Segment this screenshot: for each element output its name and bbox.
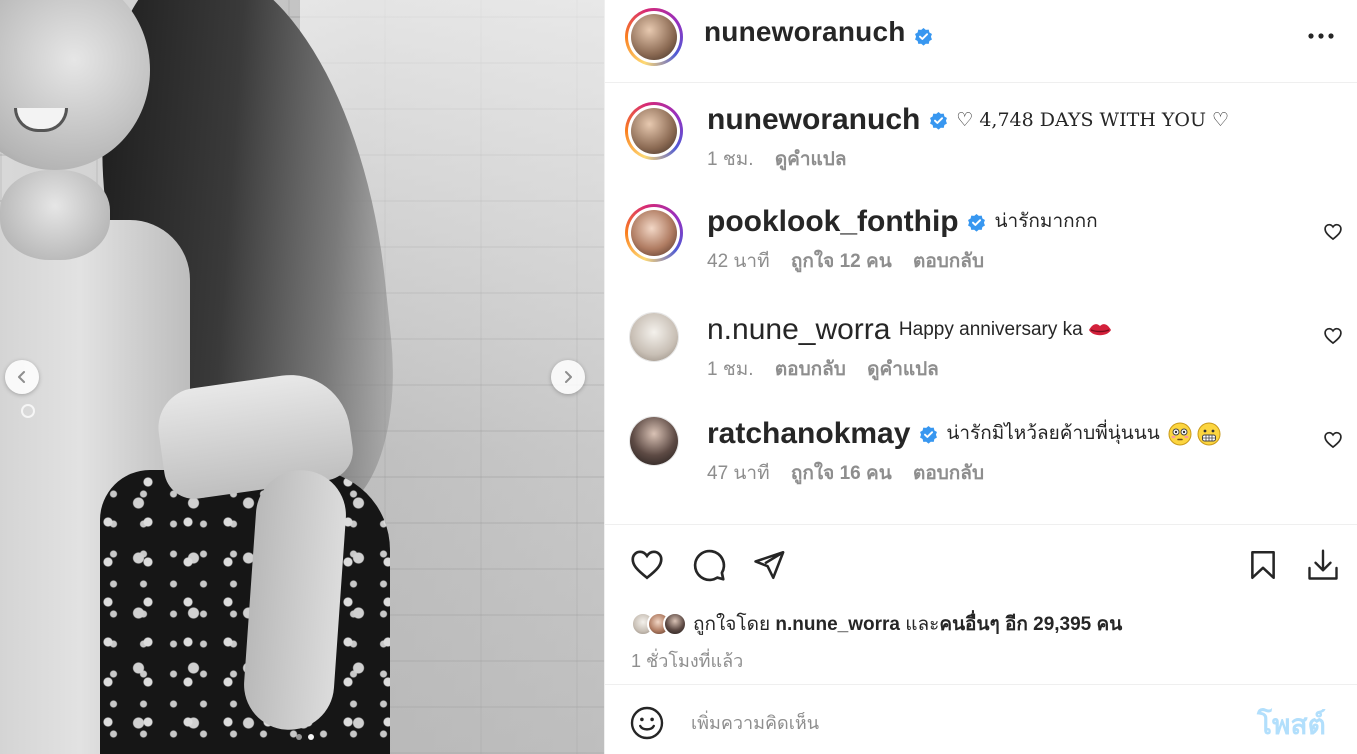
- save-button[interactable]: [1245, 547, 1281, 583]
- comment-avatar-image: [630, 417, 678, 465]
- liker-username[interactable]: n.nune_worra: [775, 614, 900, 635]
- comment-input[interactable]: [691, 705, 1231, 741]
- more-options-icon: [1308, 33, 1334, 39]
- comment-text: น่ารักมิไหว้ลยค้าบพี่นุ่นนน: [946, 423, 1160, 444]
- comment-heart-icon[interactable]: [1323, 430, 1343, 450]
- comment-translate-link[interactable]: ดูคำแปล: [867, 359, 939, 380]
- author-avatar[interactable]: [625, 8, 683, 66]
- comment-button[interactable]: [691, 547, 727, 583]
- caption-time[interactable]: 1 ชม.: [707, 149, 754, 170]
- likes-others-link[interactable]: คนอื่นๆ อีก 29,395 คน: [939, 614, 1122, 635]
- comment-text: น่ารักมากกก: [994, 211, 1098, 232]
- comment-composer: โพสต์: [605, 684, 1357, 754]
- comment-time[interactable]: 47 นาที: [707, 463, 770, 484]
- comment-username[interactable]: ratchanokmay: [707, 417, 910, 450]
- verified-badge-icon: [915, 28, 932, 46]
- post-header: nuneworanuch: [605, 0, 1357, 83]
- comment-avatar[interactable]: [625, 204, 683, 262]
- comment-avatar-image: [631, 210, 677, 256]
- comment-item: pooklook_fonthip น่ารักมากกก 42 นาที ถูก…: [605, 204, 1357, 294]
- comment-reply-link[interactable]: ตอบกลับ: [775, 359, 846, 380]
- comment-username[interactable]: pooklook_fonthip: [707, 205, 959, 238]
- download-icon: [1308, 549, 1338, 580]
- comment-username[interactable]: n.nune_worra: [707, 313, 890, 346]
- carousel-dot-active: [308, 734, 314, 740]
- comment-likes-count[interactable]: ถูกใจ 12 คน: [791, 251, 892, 272]
- comment-text: Happy anniversary ka: [898, 319, 1083, 340]
- caption-avatar-image: [631, 108, 677, 154]
- comment-likes-count[interactable]: ถูกใจ 16 คน: [791, 463, 892, 484]
- photo-dress: [100, 470, 390, 754]
- comment-time[interactable]: 1 ชม.: [707, 359, 754, 380]
- grimacing-face-emoji: [1197, 422, 1221, 446]
- comment-time[interactable]: 42 นาที: [707, 251, 770, 272]
- bookmark-icon: [1251, 550, 1275, 580]
- comment-reply-link[interactable]: ตอบกลับ: [913, 251, 984, 272]
- next-photo-button[interactable]: [551, 360, 585, 394]
- post-comment-button[interactable]: โพสต์: [1257, 703, 1326, 747]
- like-button[interactable]: [629, 547, 665, 583]
- caption-username[interactable]: nuneworanuch: [707, 103, 920, 136]
- comment-reply-link[interactable]: ตอบกลับ: [913, 463, 984, 484]
- carousel-dot: [296, 734, 302, 740]
- author-avatar-image: [631, 14, 677, 60]
- caption-avatar[interactable]: [625, 102, 683, 160]
- likes-prefix: ถูกใจโดย: [693, 614, 771, 635]
- share-button[interactable]: [751, 547, 787, 583]
- heart-icon: [631, 550, 663, 580]
- post-actions: ถูกใจโดย n.nune_worra และคนอื่นๆ อีก 29,…: [605, 524, 1357, 684]
- verified-badge-icon: [929, 111, 947, 130]
- chevron-left-icon: [18, 371, 25, 383]
- verified-badge-icon: [968, 213, 986, 232]
- comment-item: n.nune_worra Happy anniversary ka 1 ชม. …: [605, 312, 1357, 402]
- comment-heart-icon[interactable]: [1323, 222, 1343, 242]
- likes-summary: ถูกใจโดย n.nune_worra และคนอื่นๆ อีก 29,…: [631, 609, 1122, 639]
- caption: nuneworanuch ♡ 4,748 DAYS WITH YOU ♡ 1 ช…: [605, 102, 1357, 192]
- caption-text: ♡ 4,748 DAYS WITH YOU ♡: [956, 109, 1230, 131]
- comment-heart-icon[interactable]: [1323, 326, 1343, 346]
- comment-bubble-icon: [693, 549, 726, 582]
- more-options-button[interactable]: [1305, 24, 1337, 48]
- photo-arm: [241, 467, 349, 733]
- photo-tag-indicator[interactable]: [21, 404, 35, 418]
- comment-item: ratchanokmay น่ารักมิไหว้ลยค้าบพี่นุ่นนน: [605, 416, 1357, 506]
- comment-avatar[interactable]: [629, 416, 679, 466]
- smiley-icon[interactable]: [629, 705, 665, 741]
- flushed-face-emoji: [1168, 422, 1192, 446]
- liker-avatar: [663, 612, 687, 636]
- previous-photo-button[interactable]: [5, 360, 39, 394]
- chevron-right-icon: [565, 371, 572, 383]
- verified-badge-icon: [919, 425, 937, 444]
- download-button[interactable]: [1305, 547, 1341, 583]
- caption-translate-link[interactable]: ดูคำแปล: [775, 149, 847, 170]
- post-time[interactable]: 1 ชั่วโมงที่แล้ว: [631, 646, 743, 675]
- paper-plane-icon: [754, 550, 785, 580]
- post-side-panel: nuneworanuch nuneworanuch ♡ 4,748 DAYS W…: [604, 0, 1357, 754]
- post-photo: [0, 0, 604, 754]
- photo-hand: [0, 170, 110, 260]
- comment-avatar[interactable]: [629, 312, 679, 362]
- lips-emoji: [1089, 324, 1112, 336]
- comment-avatar-image: [630, 313, 678, 361]
- author-username[interactable]: nuneworanuch: [704, 16, 906, 47]
- likes-joiner: และ: [905, 614, 940, 635]
